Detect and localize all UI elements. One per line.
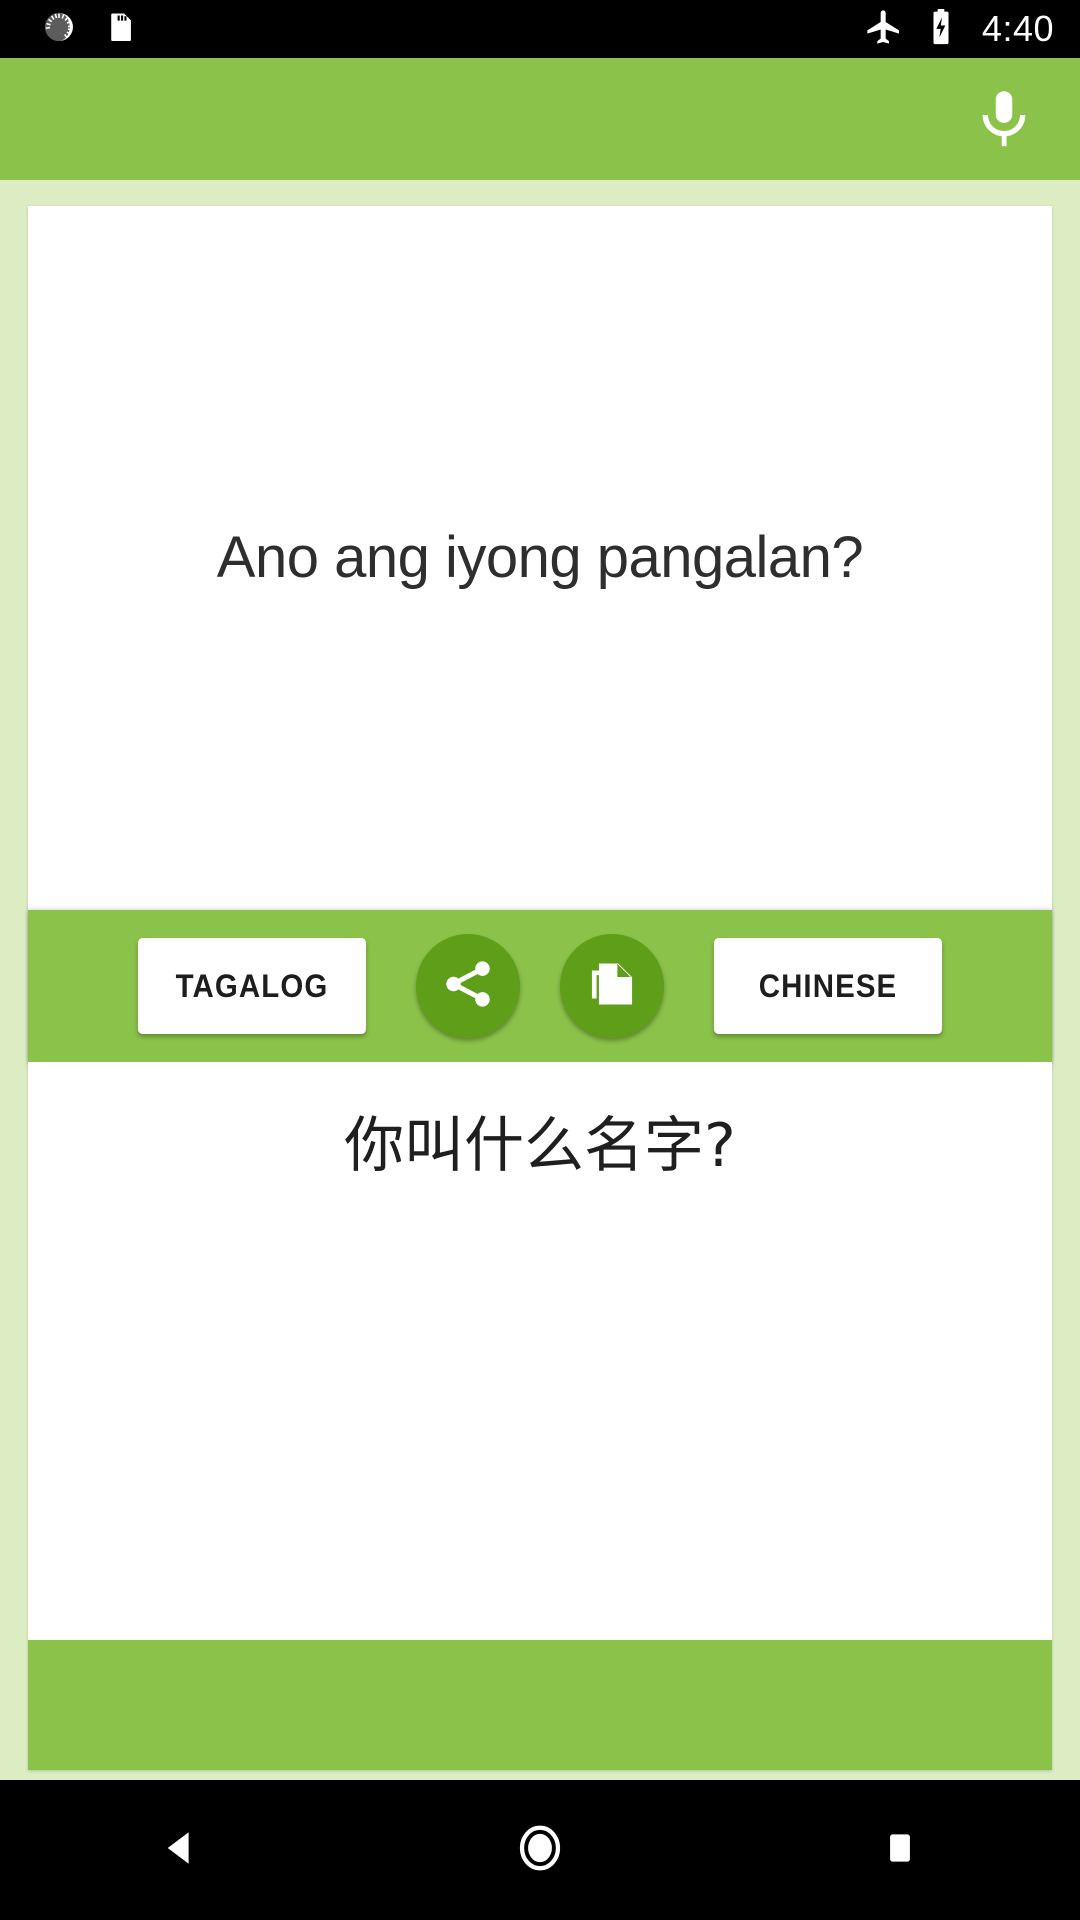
target-text-pane[interactable]: 你叫什么名字? [28,1062,1052,1640]
sd-card-icon [104,10,138,49]
ad-banner[interactable] [28,1640,1052,1770]
copy-button[interactable] [560,934,664,1038]
target-text: 你叫什么名字? [344,1111,736,1181]
source-text: Ano ang iyong pangalan? [216,524,864,590]
back-triangle-icon [157,1825,203,1876]
battery-charging-icon [926,7,956,52]
status-bar-right-icons: 4:40 [864,7,1054,52]
status-bar: 4:40 [0,0,1080,58]
airplane-mode-icon [864,7,904,52]
phone-screen: 4:40 Ano ang iyong pangalan? TAGALOG CHI… [0,0,1080,1920]
translation-toolbar: TAGALOG CHINESE [28,910,1052,1062]
home-circle-icon [513,1821,567,1880]
share-button[interactable] [416,934,520,1038]
home-button[interactable] [470,1780,610,1920]
status-bar-clock: 4:40 [981,8,1054,49]
share-icon [440,956,496,1017]
android-navigation-bar [0,1780,1080,1920]
recents-button[interactable] [830,1780,970,1920]
app-header [0,58,1080,180]
sync-circle-icon [42,10,76,49]
microphone-icon[interactable] [968,83,1040,155]
source-language-button[interactable]: TAGALOG [137,938,367,1034]
status-bar-left-icons [42,10,138,49]
target-language-button[interactable]: CHINESE [713,938,943,1034]
recents-square-icon [878,1826,922,1875]
translation-card: Ano ang iyong pangalan? TAGALOG CHINESE … [28,206,1052,1770]
copy-icon [584,956,640,1017]
source-text-pane[interactable]: Ano ang iyong pangalan? [28,206,1052,910]
back-button[interactable] [110,1780,250,1920]
